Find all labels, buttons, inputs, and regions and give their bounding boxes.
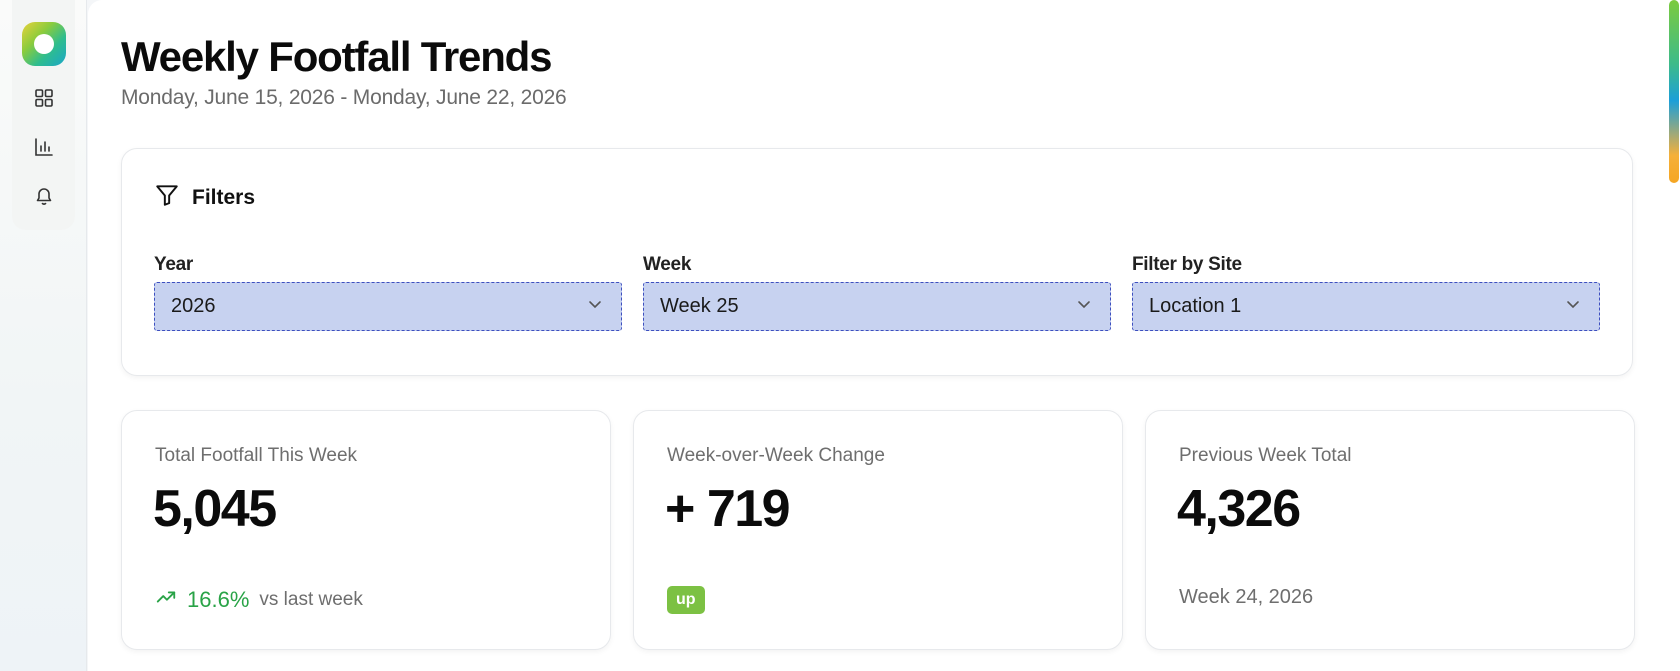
change-percent: 16.6% <box>187 586 250 612</box>
app-logo[interactable] <box>22 22 66 66</box>
kpi-sub-row: Week 24, 2026 <box>1179 586 1313 609</box>
kpi-label: Previous Week Total <box>1179 445 1352 466</box>
filters-header: Filters <box>154 182 255 213</box>
filter-icon <box>154 182 180 213</box>
page-title: Weekly Footfall Trends <box>121 33 552 80</box>
bell-icon[interactable] <box>32 184 56 208</box>
bar-chart-icon[interactable] <box>32 135 56 159</box>
kpi-badge-row: up <box>667 586 705 614</box>
year-label: Year <box>154 254 193 275</box>
year-select-value: 2026 <box>171 295 216 317</box>
site-label: Filter by Site <box>1132 254 1242 275</box>
filters-card: Filters Year 2026 Week Week 25 Filter by… <box>121 148 1633 376</box>
vs-text: vs last week <box>259 588 363 610</box>
week-select-value: Week 25 <box>660 295 739 317</box>
chevron-down-icon <box>1565 296 1581 317</box>
status-badge: up <box>667 586 705 614</box>
kpi-value: 4,326 <box>1177 480 1301 538</box>
year-select[interactable]: 2026 <box>154 282 622 331</box>
week-label: Week <box>643 254 692 275</box>
site-select[interactable]: Location 1 <box>1132 282 1600 331</box>
site-filter: Filter by Site Location 1 <box>1132 254 1600 331</box>
trending-up-icon <box>155 586 177 613</box>
scrollbar[interactable] <box>1668 0 1680 671</box>
kpi-total-footfall: Total Footfall This Week 5,045 16.6% vs … <box>121 410 611 650</box>
week-filter: Week Week 25 <box>643 254 1111 331</box>
kpi-label: Total Footfall This Week <box>155 445 358 466</box>
chevron-down-icon <box>1076 296 1092 317</box>
date-range: Monday, June 15, 2026 - Monday, June 22,… <box>121 86 567 109</box>
kpi-value: 5,045 <box>153 480 277 538</box>
previous-week-label: Week 24, 2026 <box>1179 586 1314 608</box>
chevron-down-icon <box>587 296 603 317</box>
week-select[interactable]: Week 25 <box>643 282 1111 331</box>
kpi-change: 16.6% vs last week <box>155 586 363 613</box>
filters-title: Filters <box>192 185 256 209</box>
site-select-value: Location 1 <box>1149 295 1242 317</box>
main-content: Weekly Footfall Trends Monday, June 15, … <box>88 0 1680 671</box>
sidebar <box>0 0 87 671</box>
year-filter: Year 2026 <box>154 254 622 331</box>
kpi-previous-week: Previous Week Total 4,326 Week 24, 2026 <box>1145 410 1635 650</box>
kpi-label: Week-over-Week Change <box>667 445 885 466</box>
grid-icon[interactable] <box>32 86 56 110</box>
kpi-value: + 719 <box>665 480 791 538</box>
kpi-week-over-week: Week-over-Week Change + 719 up <box>633 410 1123 650</box>
scrollbar-thumb[interactable] <box>1669 0 1679 183</box>
